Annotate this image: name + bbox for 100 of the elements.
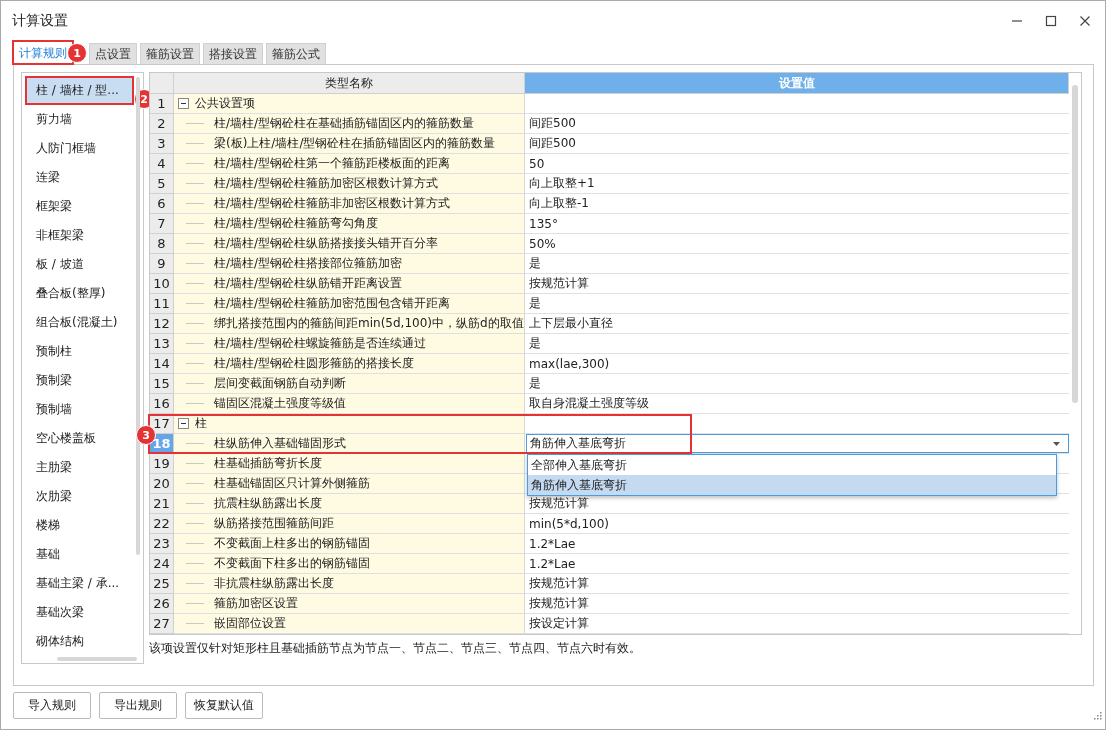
row-number: 7 <box>150 214 174 234</box>
setting-name: 柱/墙柱/型钢砼柱搭接部位箍筋加密 <box>214 255 403 272</box>
sidebar-item[interactable]: 楼梯 <box>25 511 134 540</box>
setting-name: 梁(板)上柱/墙柱/型钢砼柱在插筋锚固区内的箍筋数量 <box>214 135 496 152</box>
setting-name: 柱基础锚固区只计算外侧箍筋 <box>214 475 370 492</box>
scrollbar[interactable] <box>57 657 137 661</box>
sidebar-item[interactable]: 预制梁 <box>25 366 134 395</box>
row-number: 3 <box>150 134 174 154</box>
sidebar-item[interactable]: 基础次梁 <box>25 598 134 627</box>
setting-value: min(5*d,100) <box>529 516 609 531</box>
sidebar-item[interactable]: 组合板(混凝土) <box>25 308 134 337</box>
sidebar-item[interactable]: 砌体结构 <box>25 627 134 656</box>
tab[interactable]: 箍筋公式 <box>266 43 326 64</box>
sidebar-item[interactable]: 连梁 <box>25 163 134 192</box>
setting-value: 是 <box>529 255 541 272</box>
scrollbar[interactable] <box>1072 85 1078 403</box>
setting-name: 柱/墙柱/型钢砼柱箍筋加密区根数计算方式 <box>214 175 439 192</box>
window-title: 计算设置 <box>12 12 68 30</box>
setting-name: 纵筋搭接范围箍筋间距 <box>214 515 334 532</box>
row-number: 22 <box>150 514 174 534</box>
hint-text: 该项设置仅针对矩形柱且基础插筋节点为节点一、节点二、节点三、节点四、节点六时有效。 <box>149 640 642 657</box>
setting-name: 箍筋加密区设置 <box>214 595 298 612</box>
row-number: 19 <box>150 454 174 474</box>
setting-name: 柱/墙柱/型钢砼柱箍筋弯勾角度 <box>214 215 379 232</box>
setting-value: 1.2*Lae <box>529 556 576 571</box>
setting-name: 柱/墙柱/型钢砼柱螺旋箍筋是否连续通过 <box>214 335 427 352</box>
sidebar-item[interactable]: 人防门框墙 <box>25 134 134 163</box>
row-number: 21 <box>150 494 174 514</box>
resize-grip-icon[interactable] <box>1094 712 1102 720</box>
row-number: 13 <box>150 334 174 354</box>
setting-value: 1.2*Lae <box>529 536 576 551</box>
action-button[interactable]: 恢复默认值 <box>185 692 263 719</box>
setting-name: 锚固区混凝土强度等级值 <box>214 395 346 412</box>
setting-name: 柱纵筋伸入基础锚固形式 <box>214 435 346 452</box>
setting-name: 嵌固部位设置 <box>214 615 286 632</box>
close-icon[interactable] <box>1079 15 1091 27</box>
setting-name: 柱/墙柱/型钢砼柱在基础插筋锚固区内的箍筋数量 <box>214 115 475 132</box>
setting-value: 向上取整-1 <box>529 195 589 212</box>
sidebar-item[interactable]: 基础 <box>25 540 134 569</box>
tab[interactable]: 搭接设置 <box>203 43 263 64</box>
maximize-icon[interactable] <box>1045 15 1057 27</box>
setting-value: 按规范计算 <box>529 575 589 592</box>
setting-value: 按规范计算 <box>529 495 589 512</box>
row-number: 16 <box>150 394 174 414</box>
setting-value: 50% <box>529 236 556 251</box>
setting-value: 50 <box>529 156 545 171</box>
row-number: 24 <box>150 554 174 574</box>
action-button[interactable]: 导入规则 <box>13 692 91 719</box>
row-number: 9 <box>150 254 174 274</box>
collapse-icon[interactable] <box>178 98 189 109</box>
row-number: 26 <box>150 594 174 614</box>
row-number: 15 <box>150 374 174 394</box>
group-name: 公共设置项 <box>195 95 255 112</box>
setting-name: 层间变截面钢筋自动判断 <box>214 375 346 392</box>
setting-value: 是 <box>529 375 541 392</box>
callout-badge: 1 <box>67 43 87 63</box>
value-dropdown[interactable]: 角筋伸入基底弯折 <box>526 434 1069 453</box>
dropdown-option[interactable]: 角筋伸入基底弯折 <box>528 475 1056 495</box>
setting-value: max(lae,300) <box>529 356 610 371</box>
sidebar-item[interactable]: 板 / 坡道 <box>25 250 134 279</box>
dropdown-option[interactable]: 全部伸入基底弯折 <box>528 455 1056 475</box>
setting-value: 向上取整+1 <box>529 175 595 192</box>
tab[interactable]: 箍筋设置 <box>140 43 200 64</box>
row-number: 11 <box>150 294 174 314</box>
sidebar-item[interactable]: 次肋梁 <box>25 482 134 511</box>
setting-value: 135° <box>529 216 558 231</box>
row-number: 23 <box>150 534 174 554</box>
row-number: 14 <box>150 354 174 374</box>
setting-name: 柱/墙柱/型钢砼柱箍筋非加密区根数计算方式 <box>214 195 451 212</box>
action-button[interactable]: 导出规则 <box>99 692 177 719</box>
sidebar-item[interactable]: 基础主梁 / 承... <box>25 569 134 598</box>
setting-name: 柱基础插筋弯折长度 <box>214 455 322 472</box>
setting-name: 非抗震柱纵筋露出长度 <box>214 575 334 592</box>
setting-value: 按设定计算 <box>529 615 589 632</box>
sidebar-item[interactable]: 空心楼盖板 <box>25 424 134 453</box>
row-number: 12 <box>150 314 174 334</box>
setting-value: 按规范计算 <box>529 595 589 612</box>
row-number: 25 <box>150 574 174 594</box>
collapse-icon[interactable] <box>178 418 189 429</box>
sidebar-item[interactable]: 框架梁 <box>25 192 134 221</box>
sidebar-item[interactable]: 叠合板(整厚) <box>25 279 134 308</box>
sidebar-item[interactable]: 主肋梁 <box>25 453 134 482</box>
sidebar-item[interactable]: 预制墙 <box>25 395 134 424</box>
setting-name: 不变截面下柱多出的钢筋锚固 <box>214 555 370 572</box>
setting-name: 柱/墙柱/型钢砼柱圆形箍筋的搭接长度 <box>214 355 415 372</box>
row-number: 6 <box>150 194 174 214</box>
row-number: 8 <box>150 234 174 254</box>
sidebar-item[interactable]: 剪力墙 <box>25 105 134 134</box>
setting-value: 是 <box>529 295 541 312</box>
row-number: 2 <box>150 114 174 134</box>
sidebar-item[interactable]: 柱 / 墙柱 / 型... <box>25 76 134 105</box>
setting-name: 柱/墙柱/型钢砼柱第一个箍筋距楼板面的距离 <box>214 155 451 172</box>
scrollbar[interactable] <box>136 77 140 555</box>
sidebar-item[interactable]: 预制柱 <box>25 337 134 366</box>
tab[interactable]: 计算规则 <box>13 41 73 64</box>
setting-value: 间距500 <box>529 115 576 132</box>
sidebar-item[interactable]: 非框架梁 <box>25 221 134 250</box>
column-header[interactable]: 类型名称 <box>174 73 525 94</box>
setting-name: 不变截面上柱多出的钢筋锚固 <box>214 535 370 552</box>
tab[interactable]: 点设置 <box>89 43 137 64</box>
